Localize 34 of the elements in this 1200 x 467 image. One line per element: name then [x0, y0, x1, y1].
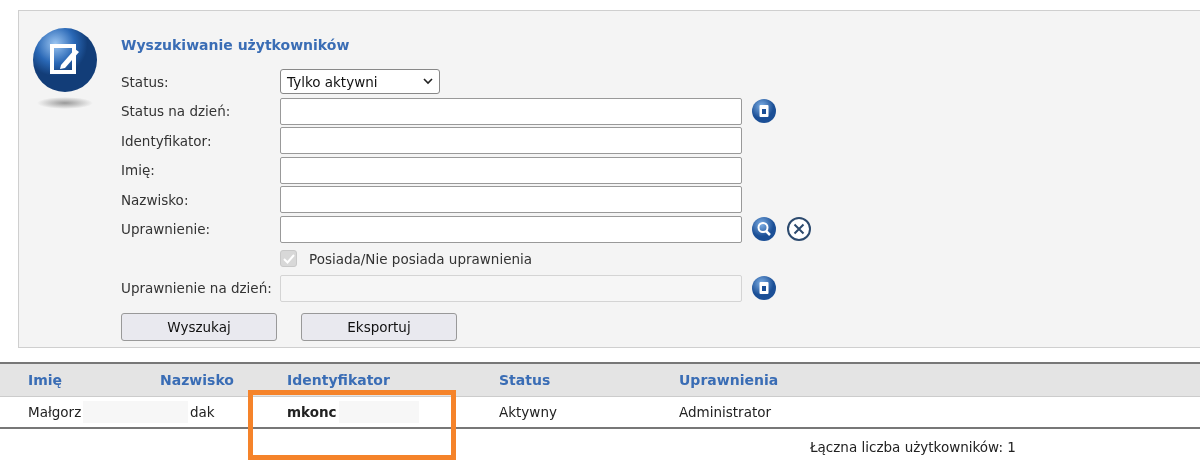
field-label: Imię:	[121, 162, 156, 179]
field-label: Identyfikator:	[121, 132, 213, 149]
status-dropdown[interactable]: Tylko aktywni	[280, 69, 440, 95]
total-count: Łączna liczba użytkowników: 1	[810, 439, 1017, 455]
table-cell: dak	[190, 404, 215, 420]
table-cell: Aktywny	[499, 404, 557, 420]
clear-icon[interactable]	[786, 216, 812, 243]
calendar-icon[interactable]	[752, 99, 776, 124]
input-field[interactable]	[280, 215, 742, 243]
input-field[interactable]	[280, 186, 742, 214]
field-label: Nazwisko:	[121, 191, 190, 208]
column-header[interactable]: Identyfikator	[287, 372, 499, 388]
column-header[interactable]: Status	[499, 372, 679, 388]
calendar-icon[interactable]	[752, 276, 776, 301]
page-title: Wyszukiwanie użytkowników	[121, 37, 351, 53]
edit-document-icon	[31, 27, 99, 111]
table-cell: mkonc	[287, 404, 337, 420]
field-label: Status na dzień:	[121, 103, 232, 120]
search-icon[interactable]	[752, 217, 776, 242]
column-header[interactable]: Nazwisko	[160, 372, 287, 388]
field-label: Uprawnienie:	[121, 221, 212, 238]
field-label: Status:	[121, 73, 170, 90]
action-button[interactable]: Wyszukaj	[121, 313, 277, 341]
column-header[interactable]: Imię	[28, 372, 160, 388]
field-label: Uprawnienie na dzień:	[121, 280, 273, 297]
table-cell: Małgorz	[28, 404, 82, 420]
column-header[interactable]: Uprawnienia	[679, 372, 1200, 388]
input-field[interactable]	[280, 127, 742, 155]
date-field[interactable]	[280, 97, 742, 125]
table-cell: Administrator	[679, 404, 772, 420]
input-field[interactable]	[280, 156, 742, 184]
checkbox-label: Posiada/Nie posiada uprawnienia	[309, 250, 532, 267]
chevron-down-icon	[423, 78, 433, 86]
action-button[interactable]: Eksportuj	[301, 313, 457, 341]
